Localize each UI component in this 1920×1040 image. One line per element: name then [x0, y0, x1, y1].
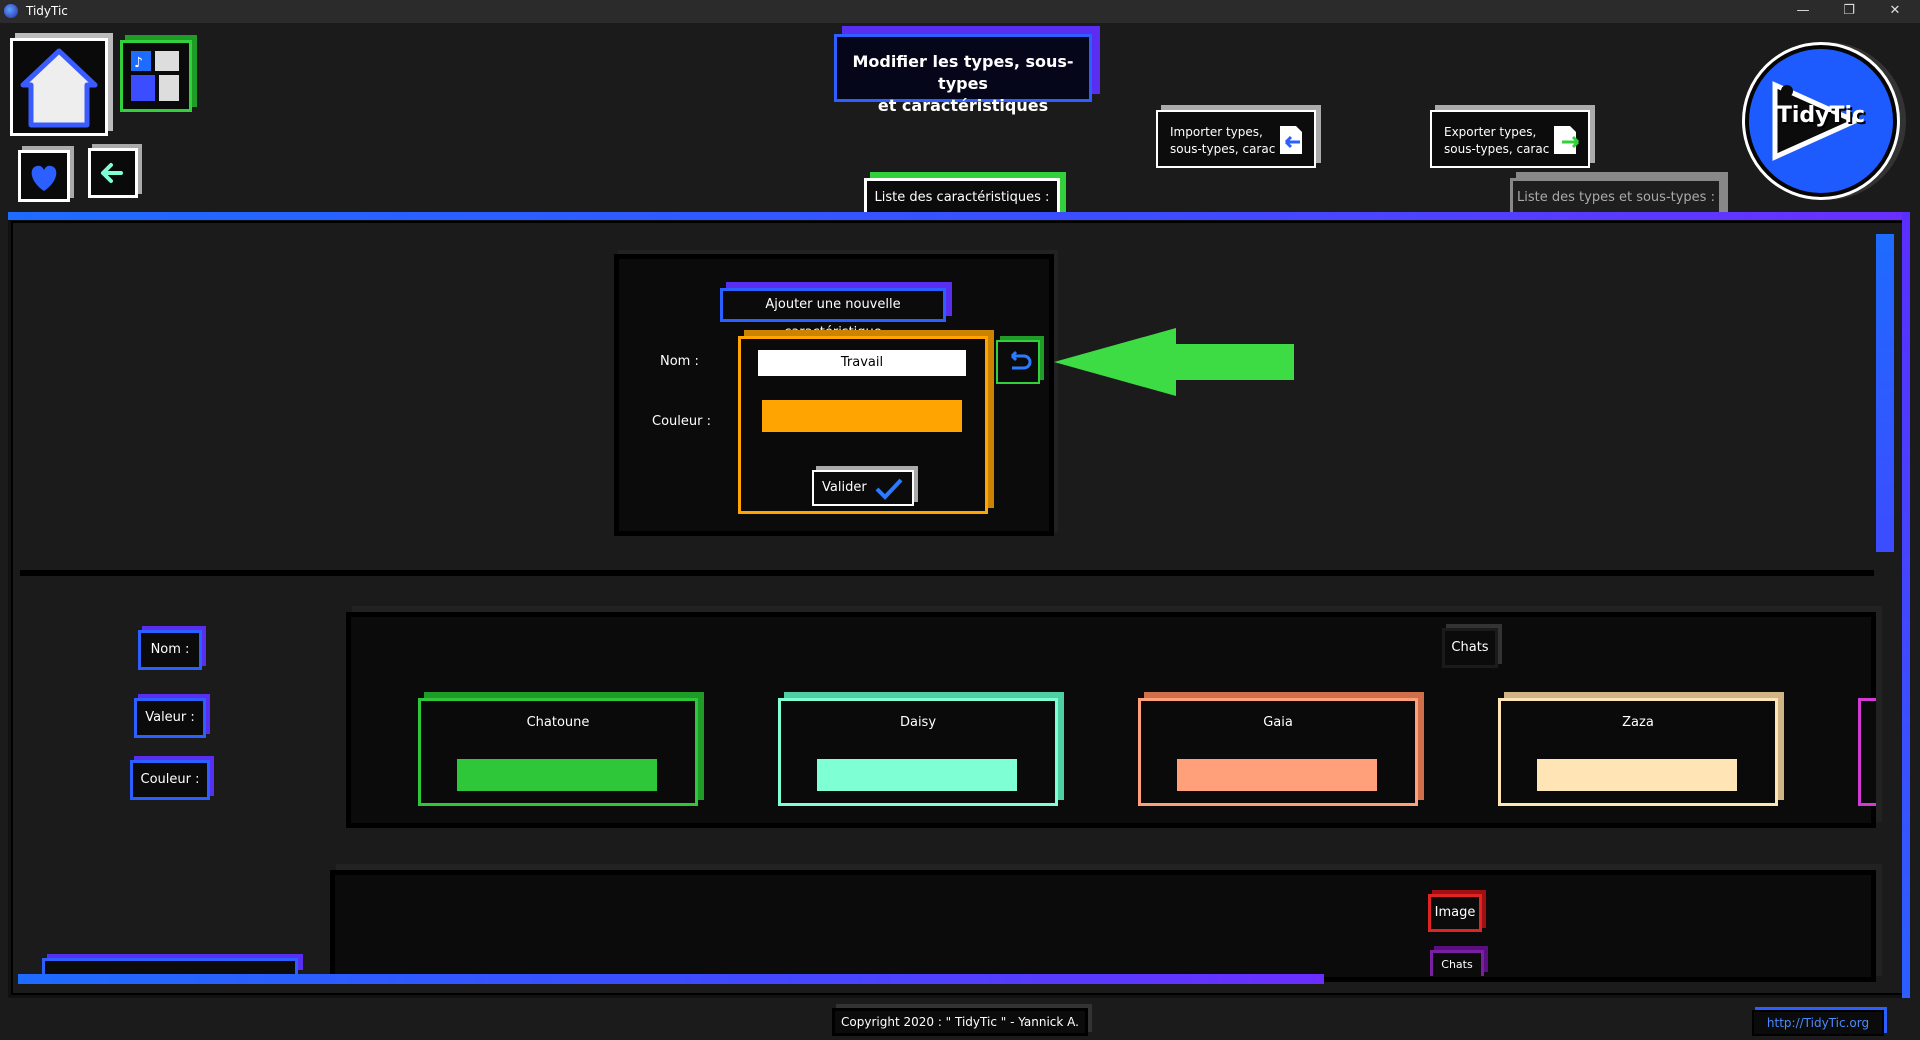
characteristic-card[interactable]: Gaia — [1138, 698, 1418, 806]
arrow-annotation-icon — [1054, 328, 1294, 396]
panel-border-right — [1902, 212, 1910, 998]
restore-button[interactable]: ❐ — [1826, 0, 1872, 23]
logo-text: TidyTic — [1776, 103, 1866, 128]
check-icon — [875, 478, 903, 500]
filter-couleur[interactable]: Couleur : — [130, 760, 210, 800]
page-title-line2: et caractéristiques — [877, 96, 1049, 115]
filter-valeur[interactable]: Valeur : — [134, 698, 206, 738]
app-icon — [4, 4, 18, 18]
import-button[interactable]: Importer types, sous-types, carac — [1156, 110, 1316, 168]
home-button[interactable] — [10, 38, 108, 136]
copyright: Copyright 2020 : " TidyTic " - Yannick A… — [832, 1008, 1088, 1036]
characteristic-card[interactable]: Chatoune — [418, 698, 698, 806]
export-icon — [1554, 126, 1580, 154]
close-button[interactable]: ✕ — [1872, 0, 1918, 23]
group-title: Chats — [1442, 628, 1498, 668]
tidytic-logo: TidyTic — [1742, 42, 1900, 200]
group-panel-2 — [330, 870, 1876, 982]
card-name: Chatoune — [526, 715, 590, 730]
media-button[interactable]: ♪ — [120, 40, 192, 112]
vertical-scrollbar[interactable] — [1876, 234, 1894, 552]
filter-box-partial[interactable] — [42, 958, 298, 974]
undo-icon — [1010, 350, 1032, 370]
divider — [20, 570, 1874, 576]
add-form-title: Ajouter une nouvelle caractéristique — [720, 288, 946, 340]
home-icon — [20, 48, 98, 128]
page-title: Modifier les types, sous-types et caract… — [834, 34, 1092, 115]
card-color — [1177, 759, 1377, 791]
submit-label: Valider — [822, 480, 867, 495]
characteristic-card[interactable]: Zaza — [1498, 698, 1778, 806]
submit-button[interactable]: Valider — [812, 470, 914, 506]
page-title-line1: Modifier les types, sous-types — [852, 52, 1074, 93]
arrow-left-icon — [101, 163, 123, 183]
favorites-button[interactable] — [18, 150, 70, 202]
nom-label: Nom : — [660, 354, 699, 369]
window-title: TidyTic — [26, 4, 68, 18]
media-icon: ♪ — [131, 51, 179, 101]
heart-icon — [31, 165, 57, 191]
undo-button[interactable] — [996, 340, 1040, 384]
card-name: Daisy — [899, 715, 937, 730]
import-icon — [1280, 126, 1302, 154]
characteristic-card-partial[interactable] — [1858, 698, 1876, 806]
title-bar — [0, 0, 1920, 23]
card-name: Gaia — [1263, 715, 1293, 730]
horizontal-scrollbar[interactable] — [18, 974, 1324, 984]
name-input[interactable]: Travail — [758, 350, 966, 376]
card-color — [817, 759, 1017, 791]
color-picker[interactable] — [762, 400, 962, 432]
back-button[interactable] — [88, 148, 138, 198]
export-button[interactable]: Exporter types, sous-types, carac — [1430, 110, 1590, 168]
filter-nom[interactable]: Nom : — [138, 630, 202, 670]
card-color — [457, 759, 657, 791]
website-link[interactable]: http://TidyTic.org — [1752, 1010, 1884, 1036]
card-color — [1537, 759, 1737, 791]
characteristic-card[interactable]: Daisy — [778, 698, 1058, 806]
panel-border-top — [8, 212, 1908, 220]
tag-chats[interactable]: Chats — [1430, 950, 1484, 976]
svg-text:♪: ♪ — [134, 55, 143, 71]
minimize-button[interactable]: — — [1780, 0, 1826, 23]
couleur-label: Couleur : — [652, 414, 711, 429]
card-name: Zaza — [1622, 715, 1654, 730]
tag-image[interactable]: Image — [1428, 894, 1482, 932]
